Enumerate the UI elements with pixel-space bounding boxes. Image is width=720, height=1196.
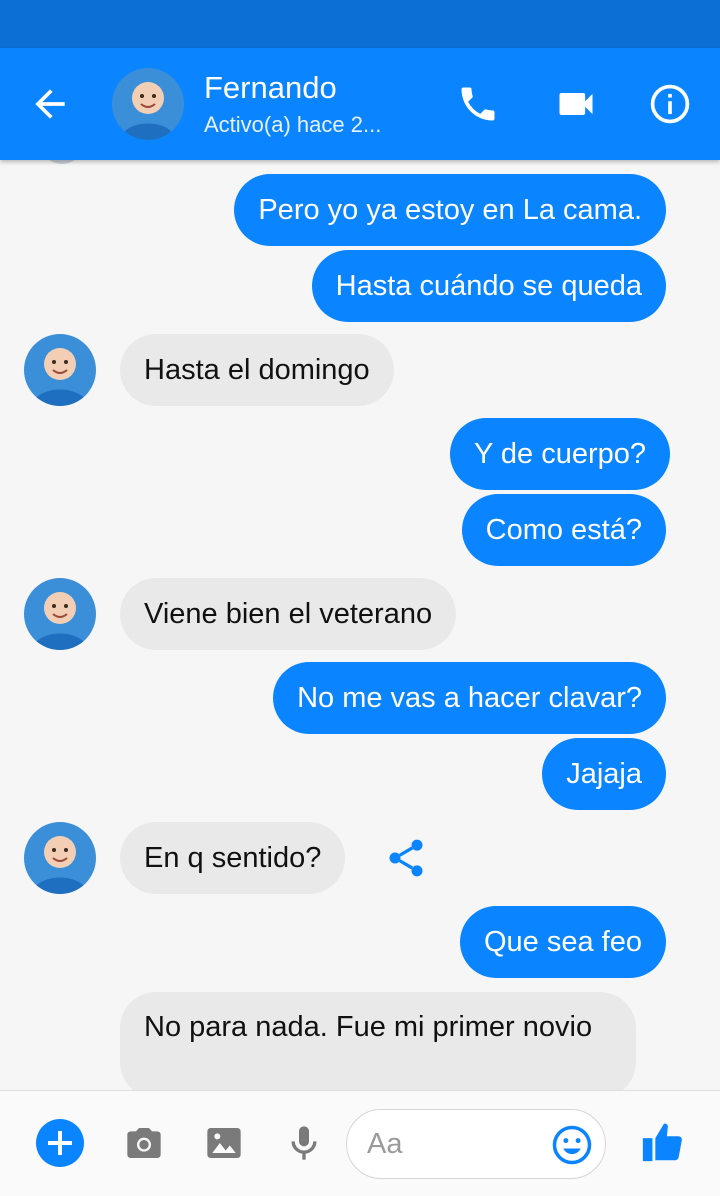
share-button[interactable] <box>384 836 428 880</box>
message-bubble-outgoing[interactable]: Pero yo ya estoy en La cama. <box>234 174 666 246</box>
message-bubble-outgoing[interactable]: Jajaja <box>542 738 666 810</box>
info-button[interactable] <box>648 82 692 126</box>
message-bubble-outgoing[interactable]: No me vas a hacer clavar? <box>273 662 666 734</box>
video-call-button[interactable] <box>554 82 598 126</box>
message-input-container[interactable] <box>346 1109 606 1179</box>
contact-avatar-small <box>24 822 96 894</box>
contact-status: Activo(a) hace 2... <box>204 112 382 137</box>
message-bubble-incoming[interactable]: En q sentido? <box>120 822 346 894</box>
message-bubble-incoming[interactable]: No para nada. Fue mi primer novio <box>120 992 636 1090</box>
avatar <box>40 160 84 164</box>
message-bubble-outgoing[interactable]: Hasta cuándo se queda <box>311 250 666 322</box>
call-button[interactable] <box>456 82 500 126</box>
microphone-icon <box>291 1126 317 1160</box>
camera-button[interactable] <box>124 1123 164 1163</box>
plus-icon <box>48 1131 72 1155</box>
emoji-icon <box>552 1125 592 1165</box>
gallery-button[interactable] <box>204 1123 244 1163</box>
microphone-button[interactable] <box>284 1123 324 1163</box>
back-button[interactable] <box>28 82 72 126</box>
gallery-icon <box>207 1128 241 1158</box>
contact-avatar-small <box>24 334 96 406</box>
arrow-back-icon <box>35 89 65 119</box>
like-button[interactable] <box>640 1119 686 1165</box>
emoji-button[interactable] <box>551 1124 593 1166</box>
thumbs-up-icon <box>642 1123 682 1162</box>
message-bubble-outgoing[interactable]: Que sea feo <box>460 906 666 978</box>
message-bubble-outgoing[interactable]: Como está? <box>461 494 666 566</box>
camera-icon <box>127 1128 161 1158</box>
phone-icon <box>461 87 495 121</box>
more-actions-button[interactable] <box>36 1119 84 1167</box>
message-input[interactable] <box>367 1124 547 1164</box>
composer-bar <box>0 1090 720 1196</box>
info-icon <box>650 84 690 124</box>
contact-avatar[interactable] <box>112 68 184 140</box>
status-bar <box>0 0 720 48</box>
share-icon <box>389 839 423 877</box>
message-bubble-outgoing[interactable]: Y de cuerpo? <box>450 418 670 490</box>
message-bubble-incoming[interactable]: Hasta el domingo <box>120 334 394 406</box>
message-list[interactable]: Pero yo ya estoy en La cama. Hasta cuánd… <box>0 160 720 1090</box>
message-bubble-incoming[interactable]: Viene bien el veterano <box>120 578 457 650</box>
video-camera-icon <box>559 93 593 115</box>
contact-avatar-small <box>24 578 96 650</box>
contact-name[interactable]: Fernando <box>204 70 337 106</box>
app-bar: Fernando Activo(a) hace 2... <box>0 48 720 160</box>
